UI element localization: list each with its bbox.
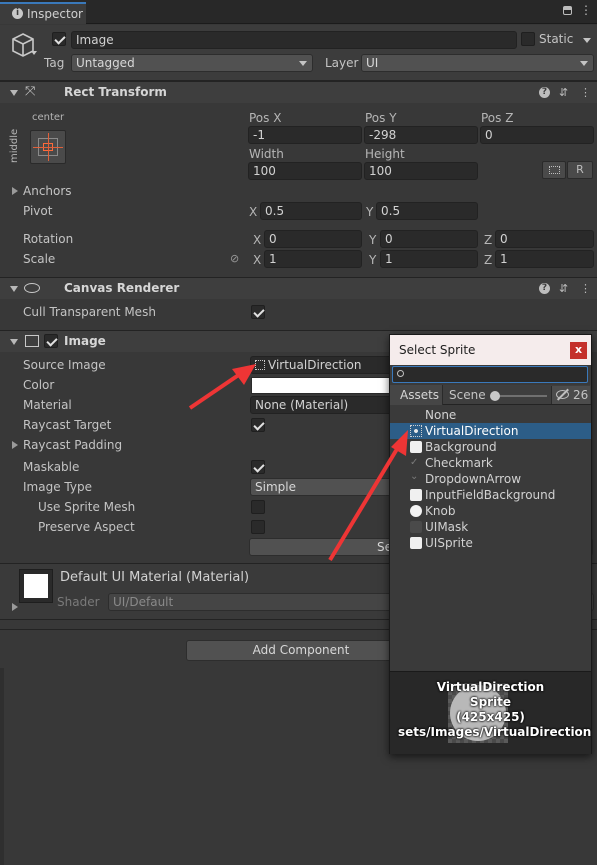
annotation-arrows	[188, 364, 408, 562]
annotation-arrow-2	[328, 442, 402, 562]
annotation-arrow-1	[188, 370, 245, 410]
annotation-arrowhead-1	[232, 364, 256, 385]
